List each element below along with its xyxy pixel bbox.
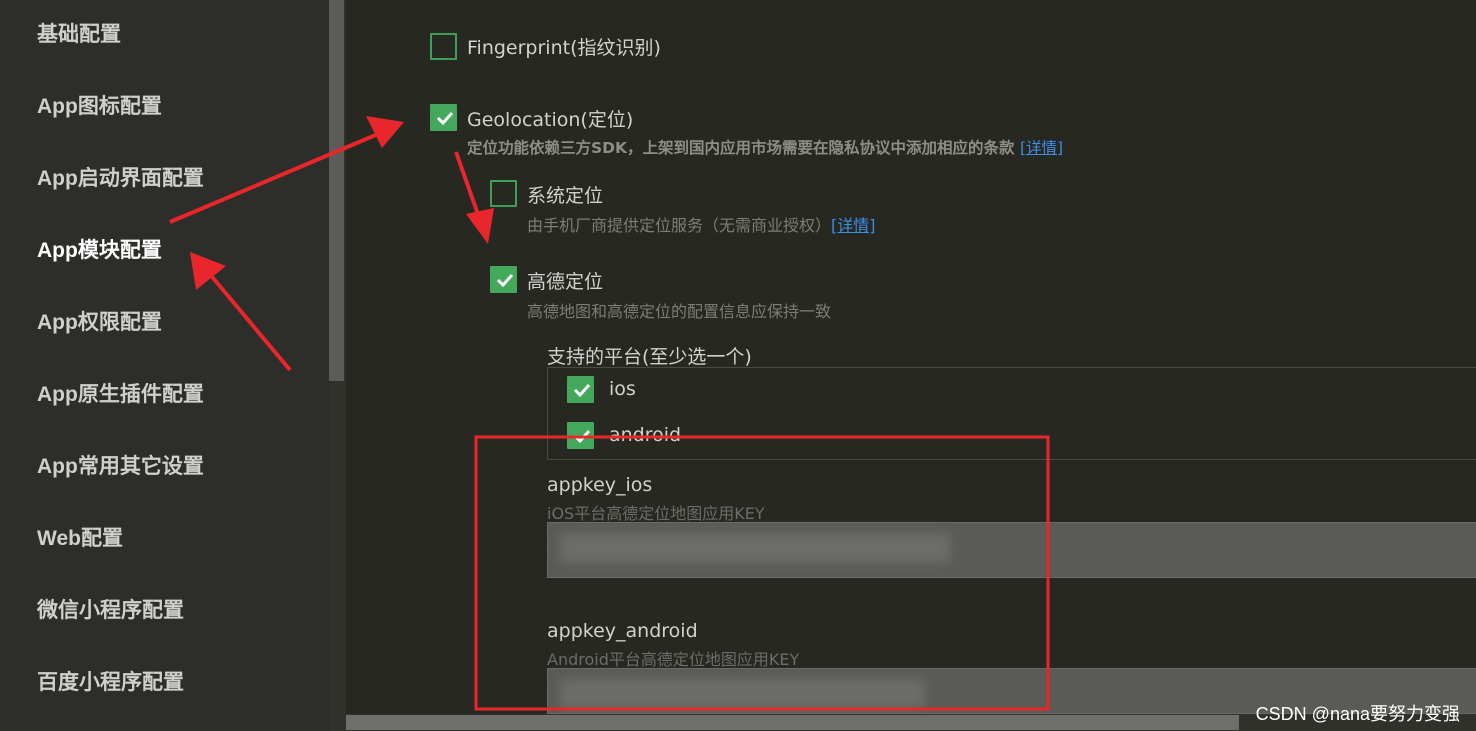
sidebar-item-weixin-mp[interactable]: 微信小程序配置 <box>37 594 184 624</box>
fingerprint-checkbox[interactable] <box>430 33 457 60</box>
watermark: CSDN @nana要努力变强 <box>1255 704 1460 724</box>
sidebar-item-baidu-mp[interactable]: 百度小程序配置 <box>37 666 184 696</box>
blurred-key-value <box>560 533 950 563</box>
sidebar-item-basic[interactable]: 基础配置 <box>37 18 121 48</box>
sidebar-item-app-permissions[interactable]: App权限配置 <box>37 306 162 336</box>
sidebar-item-app-modules[interactable]: App模块配置 <box>37 234 162 264</box>
sidebar: 基础配置 App图标配置 App启动界面配置 App模块配置 App权限配置 A… <box>0 0 330 731</box>
sidebar-item-app-icon[interactable]: App图标配置 <box>37 90 162 120</box>
fingerprint-label: Fingerprint(指纹识别) <box>467 37 661 59</box>
amap-location-label: 高德定位 <box>527 271 604 293</box>
appkey-android-description: Android平台高德定位地图应用KEY <box>547 650 800 669</box>
system-location-description: 由手机厂商提供定位服务（无需商业授权）[详情] <box>527 216 876 235</box>
ios-checkbox[interactable] <box>567 376 594 403</box>
geolocation-details-link[interactable]: [详情] <box>1020 139 1063 157</box>
geolocation-description: 定位功能依赖三方SDK，上架到国内应用市场需要在隐私协议中添加相应的条款 [详情… <box>467 139 1064 157</box>
sidebar-item-app-native-plugins[interactable]: App原生插件配置 <box>37 378 204 408</box>
ios-label: ios <box>609 378 636 400</box>
system-location-checkbox[interactable] <box>490 180 517 207</box>
platforms-box <box>547 367 1476 460</box>
system-location-label: 系统定位 <box>527 185 604 207</box>
geolocation-checkbox[interactable] <box>430 104 457 131</box>
appkey-android-label: appkey_android <box>547 620 698 642</box>
geolocation-label: Geolocation(定位) <box>467 109 634 131</box>
sidebar-item-app-splash[interactable]: App启动界面配置 <box>37 162 204 192</box>
android-checkbox[interactable] <box>567 422 594 449</box>
check-icon <box>573 429 591 444</box>
system-location-details-link[interactable]: [详情] <box>831 216 876 235</box>
horizontal-scrollbar-thumb[interactable] <box>346 715 1239 730</box>
sidebar-scrollbar-thumb[interactable] <box>329 0 344 381</box>
amap-location-checkbox[interactable] <box>490 266 517 293</box>
appkey-ios-description: iOS平台高德定位地图应用KEY <box>547 504 765 523</box>
appkey-ios-input[interactable] <box>547 522 1476 578</box>
blurred-key-value <box>560 679 925 709</box>
appkey-ios-label: appkey_ios <box>547 474 653 496</box>
platforms-title: 支持的平台(至少选一个) <box>547 346 752 368</box>
android-label: android <box>609 424 682 446</box>
sidebar-item-app-other-settings[interactable]: App常用其它设置 <box>37 450 204 480</box>
amap-location-description: 高德地图和高德定位的配置信息应保持一致 <box>527 302 832 321</box>
check-icon <box>573 383 591 398</box>
check-icon <box>436 111 454 126</box>
sidebar-item-web[interactable]: Web配置 <box>37 522 123 552</box>
check-icon <box>496 273 514 288</box>
